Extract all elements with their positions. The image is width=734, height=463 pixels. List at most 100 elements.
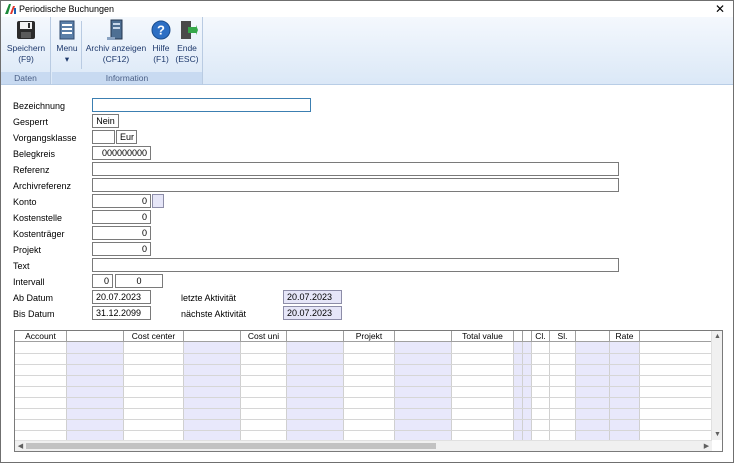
save-icon bbox=[17, 21, 35, 39]
vorgangsklasse-label: Vorgangsklasse bbox=[13, 133, 77, 143]
grid-header-sl[interactable]: Sl. bbox=[550, 331, 576, 342]
letzte-aktivitaet-label: letzte Aktivität bbox=[181, 293, 237, 303]
referenz-input[interactable] bbox=[92, 162, 619, 176]
ribbon-group-information: Menu ▾ Archiv anzeigen (CF12) ? Hilfe (F… bbox=[52, 17, 203, 85]
archivreferenz-input[interactable] bbox=[92, 178, 619, 192]
grid-col-rate[interactable] bbox=[610, 342, 640, 440]
scroll-thumb[interactable] bbox=[26, 443, 436, 449]
help-button-shortcut: (F1) bbox=[153, 54, 169, 64]
booking-lines-grid[interactable]: Account Cost center Cost uni Projekt Tot… bbox=[14, 330, 723, 452]
ribbon-group-label: Daten bbox=[1, 72, 50, 84]
grid-row-line bbox=[15, 397, 712, 398]
grid-vertical-scrollbar[interactable]: ▲ ▼ bbox=[711, 331, 722, 440]
ribbon-separator bbox=[81, 21, 82, 69]
grid-header-projekt[interactable]: Projekt bbox=[344, 331, 395, 342]
grid-header-blank[interactable] bbox=[184, 331, 241, 342]
scroll-down-icon[interactable]: ▼ bbox=[712, 429, 722, 440]
gesperrt-field[interactable]: Nein bbox=[92, 114, 119, 128]
naechste-aktivitaet-label: nächste Aktivität bbox=[181, 309, 247, 319]
grid-header-blank[interactable] bbox=[395, 331, 452, 342]
grid-col-cl[interactable] bbox=[532, 342, 550, 440]
window-title: Periodische Buchungen bbox=[19, 4, 115, 14]
grid-col-cost-center-name[interactable] bbox=[184, 342, 241, 440]
exit-button-label: Ende bbox=[177, 43, 197, 53]
kostentraeger-label: Kostenträger bbox=[13, 229, 65, 239]
grid-col-projekt-name[interactable] bbox=[395, 342, 452, 440]
menu-button-label: Menu bbox=[56, 43, 78, 53]
konto-label: Konto bbox=[13, 197, 37, 207]
save-button-shortcut: (F9) bbox=[18, 54, 34, 64]
scroll-up-icon[interactable]: ▲ bbox=[712, 331, 722, 342]
grid-header-blank[interactable] bbox=[67, 331, 124, 342]
vorgangsklasse-input[interactable] bbox=[92, 130, 115, 144]
menu-button[interactable]: Menu ▾ bbox=[54, 19, 80, 65]
scroll-left-icon[interactable]: ◀ bbox=[15, 441, 26, 451]
grid-row-line bbox=[15, 419, 712, 420]
grid-col-cost-unit[interactable] bbox=[241, 342, 287, 440]
save-button[interactable]: Speichern (F9) bbox=[3, 19, 49, 65]
referenz-label: Referenz bbox=[13, 165, 50, 175]
text-input[interactable] bbox=[92, 258, 619, 272]
grid-col-total-value[interactable] bbox=[452, 342, 514, 440]
ab-datum-label: Ab Datum bbox=[13, 293, 54, 303]
ab-datum-input[interactable]: 20.07.2023 bbox=[92, 290, 151, 304]
exit-button[interactable]: Ende (ESC) bbox=[173, 19, 201, 65]
grid-col-flag-1[interactable] bbox=[514, 342, 523, 440]
konto-lookup-field[interactable] bbox=[152, 194, 164, 208]
help-button[interactable]: ? Hilfe (F1) bbox=[150, 19, 172, 65]
grid-col-sl[interactable] bbox=[550, 342, 576, 440]
grid-col-cost-center[interactable] bbox=[124, 342, 184, 440]
grid-header-total-value[interactable]: Total value bbox=[452, 331, 514, 342]
grid-horizontal-scrollbar[interactable]: ◀ ▶ bbox=[15, 440, 712, 451]
help-icon: ? bbox=[151, 20, 171, 40]
bezeichnung-input[interactable] bbox=[92, 98, 311, 112]
grid-header-blank[interactable] bbox=[640, 331, 712, 342]
intervall-count-input[interactable]: 0 bbox=[92, 274, 113, 288]
grid-col-account-name[interactable] bbox=[67, 342, 124, 440]
grid-col-flag-2[interactable] bbox=[523, 342, 532, 440]
kostenstelle-input[interactable]: 0 bbox=[92, 210, 151, 224]
grid-header-blank[interactable] bbox=[576, 331, 610, 342]
exit-icon bbox=[181, 21, 198, 39]
belegkreis-input[interactable]: 000000000 bbox=[92, 146, 151, 160]
kostentraeger-input[interactable]: 0 bbox=[92, 226, 151, 240]
grid-header-blank[interactable] bbox=[523, 331, 532, 342]
archive-button[interactable]: Archiv anzeigen (CF12) bbox=[83, 19, 149, 65]
grid-col-cost-unit-name[interactable] bbox=[287, 342, 344, 440]
intervall-label: Intervall bbox=[13, 277, 45, 287]
grid-header-blank[interactable] bbox=[287, 331, 344, 342]
help-button-label: Hilfe bbox=[152, 43, 170, 53]
gesperrt-label: Gesperrt bbox=[13, 117, 49, 127]
projekt-input[interactable]: 0 bbox=[92, 242, 151, 256]
konto-input[interactable]: 0 bbox=[92, 194, 151, 208]
svg-text:?: ? bbox=[157, 23, 165, 38]
bis-datum-input[interactable]: 31.12.2099 bbox=[92, 306, 151, 320]
menu-icon bbox=[59, 20, 75, 40]
grid-header-cost-center[interactable]: Cost center bbox=[124, 331, 184, 342]
grid-header-blank[interactable] bbox=[514, 331, 523, 342]
archive-button-shortcut: (CF12) bbox=[102, 54, 130, 64]
naechste-aktivitaet-field: 20.07.2023 bbox=[283, 306, 342, 320]
window: Periodische Buchungen ✕ Speichern (F9) D… bbox=[0, 0, 734, 463]
app-logo-icon bbox=[5, 4, 16, 14]
chevron-down-icon: ▾ bbox=[64, 54, 70, 64]
grid-header-cl[interactable]: Cl. bbox=[532, 331, 550, 342]
grid-col-filler bbox=[640, 342, 712, 440]
grid-header-cost-unit[interactable]: Cost uni bbox=[241, 331, 287, 342]
scroll-right-icon[interactable]: ▶ bbox=[701, 441, 712, 451]
close-button[interactable]: ✕ bbox=[713, 2, 727, 16]
grid-row-line bbox=[15, 430, 712, 431]
text-label: Text bbox=[13, 261, 30, 271]
intervall-unit-input[interactable]: 0 bbox=[115, 274, 163, 288]
grid-header-rate[interactable]: Rate bbox=[610, 331, 640, 342]
grid-col-sl-name[interactable] bbox=[576, 342, 610, 440]
grid-row-line bbox=[15, 375, 712, 376]
currency-field[interactable]: Eur bbox=[116, 130, 137, 144]
grid-row-line bbox=[15, 386, 712, 387]
bis-datum-label: Bis Datum bbox=[13, 309, 55, 319]
grid-col-account[interactable] bbox=[15, 342, 67, 440]
grid-header-account[interactable]: Account bbox=[15, 331, 67, 342]
belegkreis-label: Belegkreis bbox=[13, 149, 56, 159]
grid-col-projekt[interactable] bbox=[344, 342, 395, 440]
archive-button-label: Archiv anzeigen bbox=[85, 43, 147, 53]
